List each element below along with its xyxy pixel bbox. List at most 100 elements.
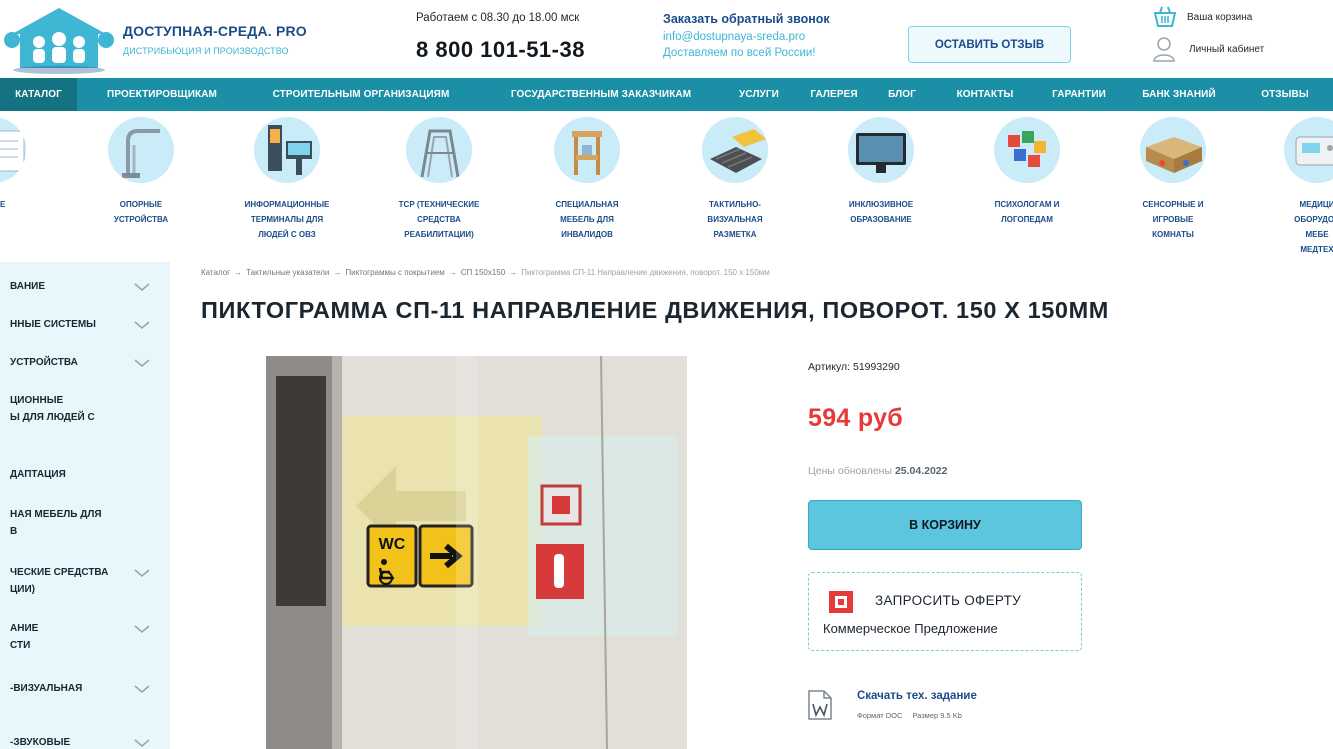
category-label: ТАКТИЛЬНО- ВИЗУАЛЬНАЯ РАЗМЕТКА bbox=[707, 200, 763, 239]
sidebar-item-equipment[interactable]: АНИЕ СТИ bbox=[0, 618, 170, 666]
chevron-down-icon[interactable] bbox=[134, 320, 150, 330]
category-strip: ННЫЕЫ ОПОРНЫЕУСТРОЙСТВА ИНФОРМАЦИОННЫЕТЕ… bbox=[0, 111, 1333, 261]
sidebar-item-label: ВАНИЕ bbox=[10, 281, 46, 292]
category-item-furniture[interactable]: СПЕЦИАЛЬНАЯ МЕБЕЛЬ ДЛЯ ИНВАЛИДОВ bbox=[522, 117, 652, 257]
callback-link[interactable]: Заказать обратный звонок bbox=[663, 12, 830, 26]
sidebar-item-adaptation[interactable]: ДАПТАЦИЯ bbox=[0, 460, 170, 490]
phone-number[interactable]: 8 800 101-51-38 bbox=[416, 37, 585, 63]
category-label: ПСИХОЛОГАМ И ЛОГОПЕДАМ bbox=[994, 200, 1060, 224]
nav-item-construction[interactable]: СТРОИТЕЛЬНЫМ ОРГАНИЗАЦИЯМ bbox=[247, 78, 475, 111]
category-item-medical-partial[interactable]: МЕДИЦИОБОРУДОВМЕБЕМЕДТЕХ bbox=[1252, 117, 1333, 257]
word-doc-icon[interactable] bbox=[808, 690, 832, 720]
sidebar-item-info-terminals[interactable]: ЦИОННЫЕ Ы ДЛЯ ЛЮДЕЙ С bbox=[0, 386, 170, 434]
nav-item-services[interactable]: УСЛУГИ bbox=[728, 78, 790, 111]
leave-review-button[interactable]: ОСТАВИТЬ ОТЗЫВ bbox=[908, 26, 1071, 63]
category-item-terminals[interactable]: ИНФОРМАЦИОННЫЕ ТЕРМИНАЛЫ ДЛЯ ЛЮДЕЙ С ОВЗ bbox=[222, 117, 352, 257]
tactile-tiles-image bbox=[702, 117, 768, 183]
breadcrumb-link[interactable]: СП 150х150 bbox=[461, 268, 505, 277]
nav-item-government[interactable]: ГОСУДАРСТВЕННЫМ ЗАКАЗЧИКАМ bbox=[481, 78, 721, 111]
sidebar-item-label: НАЯ МЕБЕЛЬ ДЛЯ В bbox=[10, 509, 102, 537]
nav-item-catalog[interactable]: КАТАЛОГ bbox=[0, 78, 77, 111]
request-offer-button[interactable]: ЗАПРОСИТЬ ОФЕРТУ Коммерческое Предложени… bbox=[808, 572, 1082, 651]
kiosk-image bbox=[254, 117, 320, 183]
category-item-partial-left[interactable]: ННЫЕЫ bbox=[0, 117, 58, 257]
brand-tagline: ДИСТРИБЬЮЦИЯ И ПРОИЗВОДСТВО bbox=[123, 46, 289, 56]
cart-link[interactable]: Ваша корзина bbox=[1153, 6, 1323, 28]
grab-bar-image bbox=[108, 117, 174, 183]
category-label: СЕНСОРНЫЕ И ИГРОВЫЕ КОМНАТЫ bbox=[1142, 200, 1204, 239]
basket-icon bbox=[1153, 6, 1177, 27]
breadcrumb-link[interactable]: Пиктограммы с покрытием bbox=[345, 268, 444, 277]
catalog-sidebar: ВАНИЕ ННЫЕ СИСТЕМЫ УСТРОЙСТВА ЦИОННЫЕ Ы Д… bbox=[0, 262, 170, 749]
sidebar-item-devices[interactable]: УСТРОЙСТВА bbox=[0, 348, 170, 378]
medical-device-image bbox=[1284, 117, 1333, 183]
nav-item-gallery[interactable]: ГАЛЕРЕЯ bbox=[798, 78, 870, 111]
breadcrumb-separator: → bbox=[333, 268, 342, 277]
sidebar-item-label: ДАПТАЦИЯ bbox=[10, 469, 66, 480]
nav-item-contacts[interactable]: КОНТАКТЫ bbox=[942, 78, 1028, 111]
account-link[interactable]: Личный кабинет bbox=[1153, 36, 1323, 62]
breadcrumb-separator: → bbox=[448, 268, 457, 277]
chevron-down-icon[interactable] bbox=[134, 684, 150, 694]
sidebar-item-systems[interactable]: ННЫЕ СИСТЕМЫ bbox=[0, 310, 170, 340]
furniture-image bbox=[554, 117, 620, 183]
brand-name: ДОСТУПНАЯ-СРЕДА. PRO bbox=[123, 23, 307, 39]
nav-item-blog[interactable]: БЛОГ bbox=[878, 78, 926, 111]
interactive-display-image bbox=[848, 117, 914, 183]
brand[interactable]: ДОСТУПНАЯ-СРЕДА. PRO ДИСТРИБЬЮЦИЯ И ПРОИ… bbox=[123, 23, 307, 56]
product-photo[interactable]: WC bbox=[266, 356, 687, 749]
nav-item-knowledge-bank[interactable]: БАНК ЗНАНИЙ bbox=[1130, 78, 1228, 111]
breadcrumb-separator: → bbox=[509, 268, 518, 277]
offer-subtitle: Коммерческое Предложение bbox=[823, 621, 998, 636]
breadcrumb-link[interactable]: Тактильные указатели bbox=[246, 268, 329, 277]
category-label: ТСР (ТЕХНИЧЕСКИЕ СРЕДСТВА РЕАБИЛИТАЦИИ) bbox=[398, 200, 480, 239]
sidebar-item-label: ЦИОННЫЕ Ы ДЛЯ ЛЮДЕЙ С bbox=[10, 395, 95, 423]
delivery-note: Доставляем по всей России! bbox=[663, 47, 816, 59]
category-image bbox=[0, 117, 26, 183]
toy-image bbox=[994, 117, 1060, 183]
breadcrumb-current: Пиктограмма СП-11 Направление движения, … bbox=[521, 268, 770, 277]
category-label: ННЫЕЫ bbox=[0, 200, 6, 209]
chevron-down-icon[interactable] bbox=[134, 738, 150, 748]
category-item-rehab-tools[interactable]: ТСР (ТЕХНИЧЕСКИЕ СРЕДСТВА РЕАБИЛИТАЦИИ) bbox=[374, 117, 504, 257]
nav-item-designers[interactable]: ПРОЕКТИРОВЩИКАМ bbox=[87, 78, 237, 111]
chevron-down-icon[interactable] bbox=[134, 568, 150, 578]
sidebar-item-tactile-sound[interactable]: -ЗВУКОВЫЕ bbox=[0, 728, 170, 749]
chevron-down-icon[interactable] bbox=[134, 282, 150, 292]
offer-title: ЗАПРОСИТЬ ОФЕРТУ bbox=[875, 593, 1022, 608]
email-link[interactable]: info@dostupnaya-sreda.pro bbox=[663, 31, 805, 43]
sidebar-item-education[interactable]: ВАНИЕ bbox=[0, 272, 170, 302]
category-label: МЕДИЦИОБОРУДОВМЕБЕМЕДТЕХ bbox=[1294, 200, 1333, 254]
cart-label: Ваша корзина bbox=[1187, 11, 1253, 23]
breadcrumb: Каталог → Тактильные указатели → Пиктограммы… bbox=[201, 268, 770, 277]
category-label: ИНКЛЮЗИВНОЕ ОБРАЗОВАНИЕ bbox=[848, 200, 914, 224]
house-family-logo[interactable] bbox=[4, 4, 114, 74]
wc-sign-text: WC bbox=[379, 536, 406, 553]
breadcrumb-link[interactable]: Каталог bbox=[201, 268, 230, 277]
category-item-supports[interactable]: ОПОРНЫЕ УСТРОЙСТВА bbox=[76, 117, 206, 257]
chevron-down-icon[interactable] bbox=[134, 358, 150, 368]
walker-image bbox=[406, 117, 472, 183]
nav-item-reviews[interactable]: ОТЗЫВЫ bbox=[1246, 78, 1324, 111]
category-item-inclusive-education[interactable]: ИНКЛЮЗИВНОЕ ОБРАЗОВАНИЕ bbox=[816, 117, 946, 257]
sku-label: Артикул: bbox=[808, 361, 851, 373]
doc-meta: Формат DOC Размер 9.5 Kb bbox=[857, 711, 962, 720]
price-updated-date: 25.04.2022 bbox=[894, 465, 948, 477]
sidebar-item-label: -ВИЗУАЛЬНАЯ bbox=[10, 683, 83, 694]
chevron-down-icon[interactable] bbox=[134, 624, 150, 634]
sidebar-item-furniture[interactable]: НАЯ МЕБЕЛЬ ДЛЯ В bbox=[0, 506, 170, 554]
sidebar-item-tactile-visual[interactable]: -ВИЗУАЛЬНАЯ bbox=[0, 674, 170, 704]
category-label: ОПОРНЫЕ УСТРОЙСТВА bbox=[113, 200, 169, 224]
category-item-sensory-rooms[interactable]: СЕНСОРНЫЕ И ИГРОВЫЕ КОМНАТЫ bbox=[1108, 117, 1238, 257]
nav-item-guarantees[interactable]: ГАРАНТИИ bbox=[1040, 78, 1118, 111]
breadcrumb-separator: → bbox=[234, 268, 243, 277]
category-label: СПЕЦИАЛЬНАЯ МЕБЕЛЬ ДЛЯ ИНВАЛИДОВ bbox=[555, 200, 619, 239]
category-item-tactile[interactable]: ТАКТИЛЬНО- ВИЗУАЛЬНАЯ РАЗМЕТКА bbox=[670, 117, 800, 257]
user-icon bbox=[1153, 37, 1175, 62]
download-spec-link[interactable]: Скачать тех. задание bbox=[857, 690, 977, 702]
sidebar-item-rehab-tools[interactable]: ЧЕСКИЕ СРЕДСТВА ЦИИ) bbox=[0, 562, 170, 610]
add-to-cart-button[interactable]: В КОРЗИНУ bbox=[808, 500, 1082, 550]
sandbox-image bbox=[1140, 117, 1206, 183]
doc-size: Размер 9.5 Kb bbox=[912, 711, 962, 720]
category-item-psychologists[interactable]: ПСИХОЛОГАМ И ЛОГОПЕДАМ bbox=[962, 117, 1092, 257]
